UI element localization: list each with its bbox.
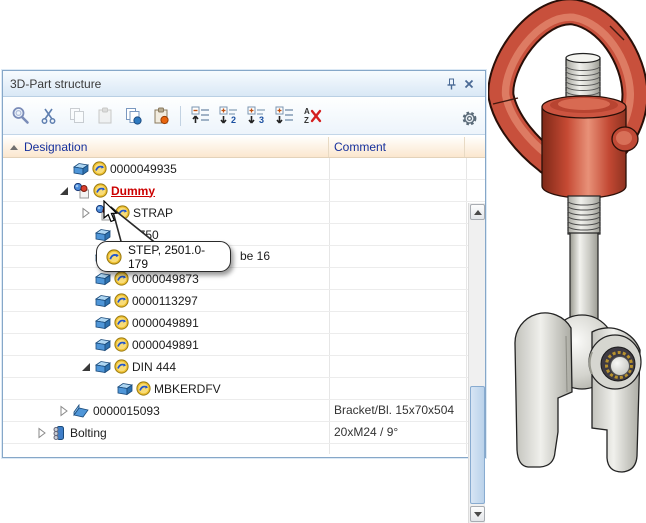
- expand-all-icon[interactable]: [273, 104, 296, 127]
- tree-row[interactable]: Bolting 20xM24 / 9°: [3, 422, 485, 444]
- part-tooltip: STEP, 2501.0-179: [96, 241, 231, 272]
- part-label: 0000049935: [110, 162, 177, 176]
- panel-toolbar: 2 3 AZ: [3, 97, 485, 135]
- tree-row[interactable]: 0000113297: [3, 290, 485, 312]
- referenced-part-icon: [92, 161, 107, 176]
- part-label-dummy[interactable]: Dummy: [111, 184, 155, 198]
- tooltip-text: STEP, 2501.0-179: [128, 243, 221, 271]
- scroll-thumb[interactable]: [470, 386, 485, 504]
- collapse-all-icon[interactable]: [189, 104, 212, 127]
- remove-sort-icon[interactable]: AZ: [301, 104, 324, 127]
- copy-special-icon[interactable]: [121, 104, 144, 127]
- panel-title: 3D-Part structure: [10, 77, 442, 91]
- part-box-icon: [117, 382, 133, 396]
- tree-row[interactable]: Dummy: [3, 180, 485, 202]
- expander-expanded-icon[interactable]: [77, 362, 95, 372]
- tree-row[interactable]: 0000049873: [3, 268, 485, 290]
- svg-text:Z: Z: [304, 116, 309, 125]
- tree-rows: 0000049935 Dummy STRAP 7750: [3, 158, 485, 465]
- expand-level-2-icon[interactable]: 2: [217, 104, 240, 127]
- part-label: MBKERDFV: [154, 382, 221, 396]
- paste-icon[interactable]: [93, 104, 116, 127]
- close-icon[interactable]: [460, 76, 478, 92]
- tree-row[interactable]: MBKERDFV: [3, 378, 485, 400]
- part-label: 0000049891: [132, 338, 199, 352]
- comment-cell: Bracket/Bl. 15x70x504: [334, 403, 454, 417]
- 3d-model-lifting-eye[interactable]: [488, 0, 646, 493]
- expander-collapsed-icon[interactable]: [77, 207, 95, 219]
- bearing: [589, 335, 641, 389]
- part-label: 0000049873: [132, 272, 199, 286]
- part-box-icon: [95, 272, 111, 286]
- scroll-up-button[interactable]: [470, 204, 485, 220]
- referenced-part-icon: [114, 337, 129, 352]
- expander-collapsed-icon[interactable]: [33, 427, 51, 439]
- part-label: 0000049891: [132, 316, 199, 330]
- column-header-designation[interactable]: Designation: [3, 137, 329, 157]
- referenced-part-icon: [136, 381, 151, 396]
- referenced-part-icon: [114, 293, 129, 308]
- expand-level-3-icon[interactable]: 3: [245, 104, 268, 127]
- paste-special-icon[interactable]: [149, 104, 172, 127]
- tree-row[interactable]: 7750: [3, 224, 485, 246]
- referenced-part-icon: [114, 315, 129, 330]
- tree-row[interactable]: STRAP: [3, 202, 485, 224]
- left-prong: [515, 313, 572, 467]
- part-label: 0000015093: [93, 404, 160, 418]
- comment-cell: 20xM24 / 9°: [334, 425, 398, 439]
- part-box-icon: [95, 316, 111, 330]
- referenced-part-icon: [106, 249, 122, 265]
- part-label: 0000113297: [132, 294, 198, 308]
- referenced-part-icon: [93, 183, 108, 198]
- dummy-part-icon: [73, 183, 90, 199]
- part-label-partially-hidden: be 16: [240, 249, 270, 263]
- bolting-icon: [51, 425, 67, 441]
- part-box-icon: [73, 162, 89, 176]
- part-box-icon: [95, 294, 111, 308]
- expander-expanded-icon[interactable]: [55, 186, 73, 196]
- part-label: DIN 444: [132, 360, 176, 374]
- referenced-part-icon: [114, 271, 129, 286]
- copy-icon[interactable]: [65, 104, 88, 127]
- vertical-scrollbar[interactable]: [468, 203, 485, 523]
- part-box-icon: [95, 338, 111, 352]
- tree-row[interactable]: 0000049891: [3, 312, 485, 334]
- referenced-part-icon: [114, 359, 129, 374]
- tree-row[interactable]: DIN 444: [3, 356, 485, 378]
- tree-row[interactable]: 0000049891: [3, 334, 485, 356]
- 3d-part-structure-panel: 3D-Part structure 2: [2, 70, 486, 458]
- expander-collapsed-icon[interactable]: [55, 405, 73, 417]
- cut-icon[interactable]: [37, 104, 60, 127]
- column-header-comment[interactable]: Comment: [329, 137, 465, 157]
- part-structure-grid: Designation Comment 0000049935 Dummy: [3, 137, 485, 457]
- search-icon[interactable]: [9, 104, 32, 127]
- tree-row[interactable]: 0000015093 Bracket/Bl. 15x70x504: [3, 400, 485, 422]
- settings-gear-icon[interactable]: [458, 107, 481, 130]
- pin-icon[interactable]: [442, 76, 460, 92]
- mouse-cursor: [103, 200, 119, 224]
- sheet-metal-icon: [73, 404, 90, 418]
- svg-text:2: 2: [231, 115, 236, 125]
- svg-text:A: A: [304, 107, 310, 116]
- grid-header: Designation Comment: [3, 137, 485, 158]
- scroll-down-button[interactable]: [470, 506, 485, 522]
- toolbar-separator: [180, 106, 181, 126]
- panel-titlebar[interactable]: 3D-Part structure: [3, 71, 485, 97]
- sort-ascending-icon: [10, 145, 18, 150]
- svg-text:3: 3: [259, 115, 264, 125]
- tree-row[interactable]: be 16: [3, 246, 485, 268]
- part-box-icon: [95, 360, 111, 374]
- swivel-collar: [542, 96, 638, 198]
- tree-row[interactable]: 0000049935: [3, 158, 485, 180]
- part-label: Bolting: [70, 426, 107, 440]
